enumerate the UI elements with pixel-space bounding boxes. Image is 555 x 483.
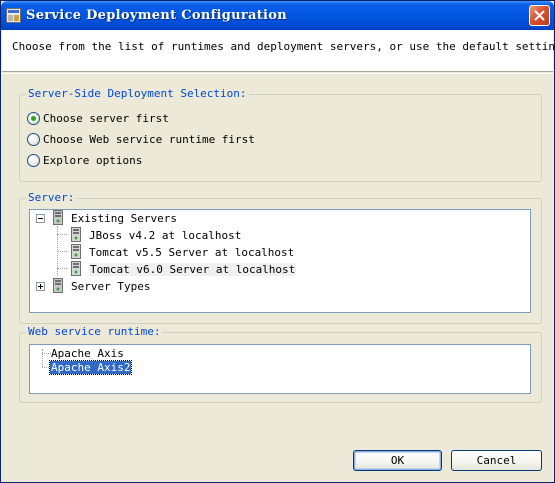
header-description: Choose from the list of runtimes and dep…	[12, 40, 555, 53]
tree-node-server-types[interactable]: Server Types	[71, 278, 150, 294]
title-bar[interactable]: Service Deployment Configuration	[1, 1, 554, 30]
close-button[interactable]	[529, 5, 550, 26]
tree-node-label: Tomcat v5.5 Server at localhost	[89, 245, 295, 259]
radio-label: Choose Web service runtime first	[43, 132, 255, 146]
server-icon	[71, 261, 81, 276]
tree-connector	[57, 234, 67, 235]
server-icon	[53, 210, 63, 225]
tree-node-tomcat-55[interactable]: Tomcat v5.5 Server at localhost	[89, 244, 294, 260]
radio-unchecked-icon[interactable]	[27, 132, 40, 146]
runtime-item-label: Apache Axis2	[48, 359, 133, 375]
radio-label: Choose server first	[43, 111, 169, 125]
tree-node-tomcat-60[interactable]: Tomcat v6.0 Server at localhost	[89, 261, 297, 277]
server-legend: Server:	[26, 191, 77, 204]
server-icon	[71, 244, 81, 259]
radio-choose-server-first[interactable]: Choose server first	[27, 110, 169, 126]
dialog-window: Service Deployment Configuration Choose …	[0, 0, 555, 483]
tree-connector	[57, 251, 67, 252]
radio-label: Explore options	[43, 153, 143, 167]
dialog-content: Choose from the list of runtimes and dep…	[2, 30, 555, 480]
runtime-group: Web service runtime: Apache Axis Apache …	[19, 325, 542, 403]
tree-connector	[42, 349, 43, 367]
tree-connector	[57, 268, 67, 269]
server-icon	[71, 227, 81, 242]
runtime-item-apache-axis2[interactable]: Apache Axis2	[48, 359, 133, 375]
radio-explore-options[interactable]: Explore options	[27, 152, 142, 168]
tree-node-label: Existing Servers	[71, 211, 177, 225]
runtime-legend: Web service runtime:	[26, 325, 163, 338]
header-area: Choose from the list of runtimes and dep…	[2, 30, 555, 72]
radio-checked-icon[interactable]	[27, 111, 40, 125]
server-group: Server: Existing Servers JBoss v4.2 at l…	[19, 191, 542, 324]
window-title: Service Deployment Configuration	[26, 8, 287, 23]
tree-node-label: Tomcat v6.0 Server at localhost	[89, 262, 297, 276]
tree-connector	[42, 353, 51, 354]
radio-unchecked-icon[interactable]	[27, 153, 40, 167]
tree-node-jboss[interactable]: JBoss v4.2 at localhost	[89, 227, 241, 243]
close-icon	[534, 10, 545, 21]
deployment-selection-legend: Server-Side Deployment Selection:	[26, 87, 249, 100]
expand-server-types-icon[interactable]	[36, 282, 45, 291]
server-tree[interactable]: Existing Servers JBoss v4.2 at localhost	[29, 209, 531, 313]
tree-node-label: JBoss v4.2 at localhost	[89, 228, 242, 242]
tree-node-existing-servers[interactable]: Existing Servers	[71, 210, 177, 226]
runtime-item-label: Apache Axis	[51, 346, 124, 360]
server-icon	[53, 278, 63, 293]
deployment-selection-group: Server-Side Deployment Selection: Choose…	[19, 87, 542, 182]
app-icon	[6, 8, 21, 23]
collapse-existing-servers-icon[interactable]	[36, 214, 45, 223]
ok-button[interactable]: OK	[353, 450, 442, 471]
cancel-button[interactable]: Cancel	[451, 450, 542, 471]
runtime-list[interactable]: Apache Axis Apache Axis2	[29, 344, 531, 394]
header-divider	[2, 73, 553, 74]
radio-choose-runtime-first[interactable]: Choose Web service runtime first	[27, 131, 255, 147]
tree-node-label: Server Types	[71, 279, 151, 293]
